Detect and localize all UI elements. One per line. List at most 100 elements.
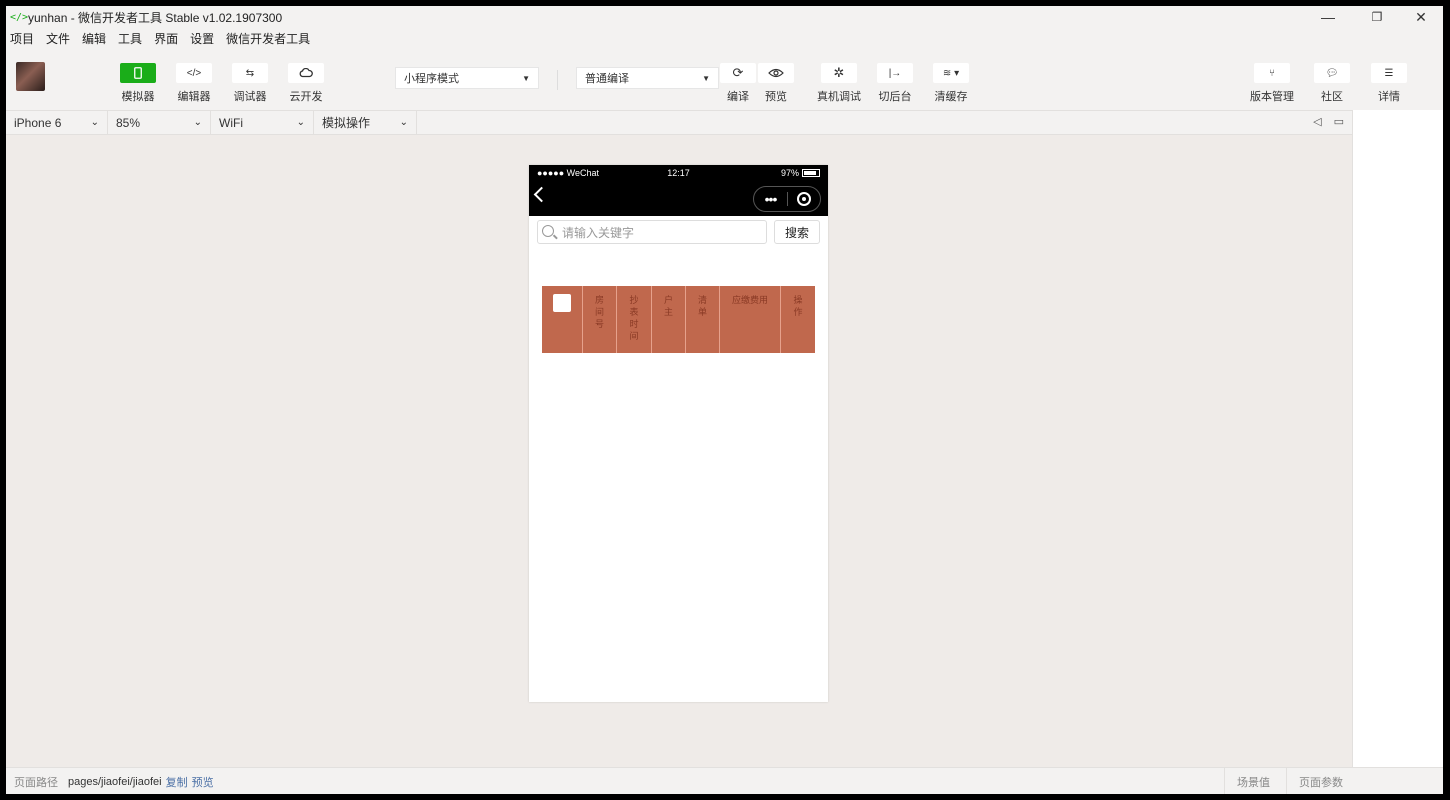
- page-path-label: 页面路径: [14, 776, 58, 789]
- version-label: 版本管理: [1250, 91, 1294, 103]
- menu-bar: 项目 文件 编辑 工具 界面 设置 微信开发者工具: [6, 28, 322, 48]
- back-arrow-icon[interactable]: [533, 186, 550, 203]
- user-avatar[interactable]: [16, 62, 45, 91]
- close-miniprogram-button[interactable]: [788, 192, 820, 206]
- capsule-menu[interactable]: •••: [753, 186, 821, 212]
- header-read-time: 抄表时间: [617, 286, 652, 353]
- eye-icon: [758, 63, 794, 83]
- menu-project[interactable]: 项目: [10, 30, 34, 47]
- debugger-button[interactable]: ⇆ 调试器: [232, 63, 268, 104]
- header-room: 房间号: [583, 286, 617, 353]
- devtools-window: </> yunhan - 微信开发者工具 Stable v1.02.190730…: [6, 6, 1443, 794]
- status-bar: 页面路径 pages/jiaofei/jiaofei 复制 预览 场景值 页面参…: [6, 767, 1443, 794]
- chevron-down-icon: ⌄: [399, 117, 408, 128]
- network-select[interactable]: WiFi ⌄: [211, 111, 314, 134]
- window-title: yunhan - 微信开发者工具 Stable v1.02.1907300: [28, 10, 283, 25]
- device-bar-tools: ◁ ▭: [1313, 115, 1344, 128]
- caret-down-icon: ▼: [702, 73, 710, 83]
- menu-settings[interactable]: 设置: [190, 30, 214, 47]
- header-owner-label: 户主: [664, 295, 674, 317]
- community-button[interactable]: 💬︎ 社区: [1314, 63, 1350, 104]
- bug-icon: ✲: [821, 63, 857, 83]
- header-action-label: 操作: [793, 295, 803, 317]
- header-fee-label: 应缴费用: [731, 295, 768, 305]
- background-button[interactable]: |→ 切后台: [877, 63, 913, 104]
- menu-edit[interactable]: 编辑: [82, 30, 106, 47]
- compile-select[interactable]: 普通编译 ▼: [576, 67, 719, 89]
- battery-icon: [802, 169, 820, 177]
- page-params-button[interactable]: 页面参数: [1286, 768, 1355, 794]
- simulator-button[interactable]: 模拟器: [120, 63, 156, 104]
- preview-link[interactable]: 预览: [192, 774, 214, 790]
- compile-button[interactable]: ⟳ 编译: [720, 63, 756, 104]
- header-fee: 应缴费用: [720, 286, 781, 353]
- search-box[interactable]: [537, 220, 767, 244]
- chevron-down-icon: ⌄: [296, 117, 305, 128]
- header-action: 操作: [781, 286, 815, 353]
- background-label: 切后台: [878, 91, 912, 103]
- search-button[interactable]: 搜索: [774, 220, 820, 244]
- branch-icon: ⑂: [1254, 63, 1290, 83]
- details-label: 详情: [1378, 91, 1400, 103]
- arrow-right-bar-icon: |→: [877, 63, 913, 83]
- compile-select-value: 普通编译: [585, 73, 629, 85]
- search-input[interactable]: [560, 223, 764, 243]
- menu-file[interactable]: 文件: [46, 30, 70, 47]
- code-icon: </>: [176, 63, 212, 83]
- preview-button[interactable]: 预览: [758, 63, 794, 104]
- preview-label: 预览: [765, 91, 787, 103]
- zoom-select-value: 85%: [116, 115, 141, 130]
- remote-debug-button[interactable]: ✲ 真机调试: [817, 63, 861, 104]
- caret-down-icon: ▼: [522, 73, 530, 83]
- header-read-time-label: 抄表时间: [629, 295, 639, 341]
- zoom-select[interactable]: 85% ⌄: [108, 111, 211, 134]
- target-circle-icon: [796, 192, 811, 206]
- minimize-button[interactable]: —: [1308, 6, 1348, 28]
- menu-wechat-devtools[interactable]: 微信开发者工具: [226, 30, 310, 47]
- simulator-area: ●●●●● WeChat 12:17 97% ••• 请输入关键字 搜索 房间号…: [6, 135, 1352, 767]
- device-select-value: iPhone 6: [14, 115, 62, 130]
- scene-value-button[interactable]: 场景值: [1224, 768, 1282, 794]
- clear-cache-label: 清缓存: [934, 91, 968, 103]
- search-icon: [542, 225, 554, 237]
- phone-icon: [120, 63, 156, 83]
- operation-select-value: 模拟操作: [322, 116, 371, 130]
- remote-debug-label: 真机调试: [817, 91, 861, 103]
- chevron-down-icon: ⌄: [90, 117, 99, 128]
- menu-lines-icon: ☰: [1371, 63, 1407, 83]
- debugger-label: 调试器: [233, 91, 267, 103]
- version-button[interactable]: ⑂ 版本管理: [1250, 63, 1294, 104]
- device-select[interactable]: iPhone 6 ⌄: [6, 111, 108, 134]
- title-bar: </> yunhan - 微信开发者工具 Stable v1.02.190730…: [6, 6, 1443, 28]
- search-row: 搜索: [537, 220, 820, 246]
- chevron-down-icon: ⌄: [193, 117, 202, 128]
- cloud-label: 云开发: [289, 91, 323, 103]
- editor-button[interactable]: </> 编辑器: [176, 63, 212, 104]
- header-bill-label: 清单: [698, 295, 708, 317]
- select-all-checkbox[interactable]: [553, 294, 571, 312]
- menu-tools[interactable]: 工具: [118, 30, 142, 47]
- cloud-button[interactable]: 云开发: [288, 63, 324, 104]
- clear-cache-button[interactable]: ≋ ▾ 清缓存: [933, 63, 969, 104]
- mode-select-value: 小程序模式: [404, 73, 459, 85]
- chat-bubble-icon: 💬︎: [1314, 63, 1350, 83]
- community-label: 社区: [1321, 91, 1343, 103]
- network-select-value: WiFi: [219, 115, 243, 130]
- battery-percent: 97%: [780, 168, 799, 178]
- more-dots-icon[interactable]: •••: [754, 192, 787, 206]
- right-panel: [1352, 110, 1443, 767]
- copy-link[interactable]: 复制: [166, 774, 188, 790]
- popout-icon[interactable]: ▭: [1334, 115, 1344, 128]
- select-all-cell: [542, 286, 583, 353]
- compile-label: 编译: [727, 91, 749, 103]
- details-button[interactable]: ☰ 详情: [1371, 63, 1407, 104]
- simulator-label: 模拟器: [121, 91, 155, 103]
- restore-button[interactable]: ❐: [1357, 6, 1397, 28]
- speaker-icon[interactable]: ◁: [1313, 115, 1321, 128]
- editor-label: 编辑器: [177, 91, 211, 103]
- close-button[interactable]: ✕: [1401, 6, 1441, 28]
- menu-view[interactable]: 界面: [154, 30, 178, 47]
- operation-select[interactable]: 模拟操作 ⌄: [314, 111, 417, 134]
- mode-select[interactable]: 小程序模式 ▼: [395, 67, 539, 89]
- swap-icon: ⇆: [232, 63, 268, 83]
